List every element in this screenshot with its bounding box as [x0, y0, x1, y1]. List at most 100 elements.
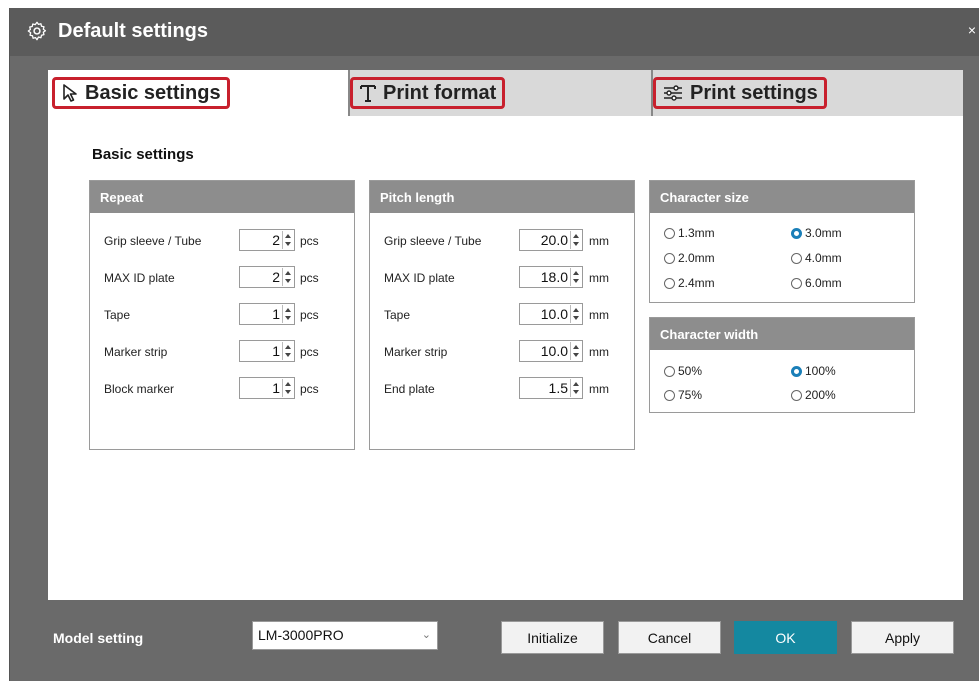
- character-size-header: Character size: [650, 181, 914, 213]
- radio-label: 50%: [678, 364, 703, 378]
- character-size-group: Character size 1.3mm 3.0mm 2.0mm 4.0mm 2…: [649, 180, 915, 303]
- tab-print-settings-label: Print settings: [690, 81, 818, 104]
- cursor-arrow-icon: [63, 84, 77, 102]
- radio-char-size-2-4mm[interactable]: 2.4mm: [664, 276, 715, 290]
- repeat-label: MAX ID plate: [104, 271, 175, 285]
- repeat-marker-strip-spinner[interactable]: 1: [239, 340, 295, 362]
- model-select[interactable]: LM-3000PRO ⌄: [252, 621, 438, 650]
- spinner-arrows-icon[interactable]: [570, 342, 581, 360]
- repeat-label: Marker strip: [104, 345, 168, 359]
- unit-label: pcs: [300, 271, 319, 285]
- radio-button-icon: [664, 389, 675, 401]
- radio-char-width-50[interactable]: 50%: [664, 364, 702, 378]
- spinner-arrows-icon[interactable]: [570, 379, 581, 397]
- repeat-row-marker-strip: Marker strip 1 pcs: [90, 340, 354, 364]
- model-setting-label: Model setting: [53, 630, 144, 646]
- unit-label: pcs: [300, 382, 319, 396]
- radio-label: 2.0mm: [678, 251, 715, 265]
- pitch-label: MAX ID plate: [384, 271, 455, 285]
- tab-basic-settings[interactable]: Basic settings: [48, 70, 350, 116]
- radio-char-width-75[interactable]: 75%: [664, 388, 702, 402]
- initialize-button[interactable]: Initialize: [501, 621, 604, 654]
- radio-char-width-200[interactable]: 200%: [791, 388, 836, 402]
- pitch-max-id-plate-spinner[interactable]: 18.0: [519, 266, 583, 288]
- repeat-label: Grip sleeve / Tube: [104, 234, 202, 248]
- radio-char-size-3-0mm[interactable]: 3.0mm: [791, 226, 842, 240]
- pitch-end-plate-spinner[interactable]: 1.5: [519, 377, 583, 399]
- radio-label: 4.0mm: [805, 251, 842, 265]
- cancel-button[interactable]: Cancel: [618, 621, 721, 654]
- spinner-value: 1: [272, 306, 280, 322]
- repeat-label: Tape: [104, 308, 131, 322]
- pitch-label: End plate: [384, 382, 435, 396]
- radio-char-size-2-0mm[interactable]: 2.0mm: [664, 251, 715, 265]
- repeat-max-id-plate-spinner[interactable]: 2: [239, 266, 295, 288]
- chevron-down-icon: ⌄: [421, 629, 431, 641]
- spinner-arrows-icon[interactable]: [282, 231, 293, 249]
- radio-button-icon: [664, 365, 675, 377]
- radio-char-size-4-0mm[interactable]: 4.0mm: [791, 251, 842, 265]
- pitch-label: Tape: [384, 308, 411, 322]
- radio-label: 6.0mm: [805, 276, 842, 290]
- pitch-label: Marker strip: [384, 345, 448, 359]
- pitch-grip-sleeve-spinner[interactable]: 20.0: [519, 229, 583, 251]
- repeat-header: Repeat: [90, 181, 354, 213]
- pitch-marker-strip-spinner[interactable]: 10.0: [519, 340, 583, 362]
- spinner-arrows-icon[interactable]: [282, 342, 293, 360]
- unit-label: mm: [589, 382, 609, 396]
- title-bar: Default settings ×: [10, 8, 979, 56]
- tab-print-settings-label-box: Print settings: [653, 77, 827, 109]
- unit-label: mm: [589, 234, 609, 248]
- pitch-row-grip-sleeve: Grip sleeve / Tube 20.0 mm: [370, 229, 634, 253]
- unit-label: mm: [589, 308, 609, 322]
- tab-basic-settings-label: Basic settings: [85, 81, 221, 104]
- model-select-value: LM-3000PRO: [258, 627, 344, 643]
- repeat-grip-sleeve-spinner[interactable]: 2: [239, 229, 295, 251]
- spinner-value: 2: [272, 232, 280, 248]
- spinner-value: 1: [272, 343, 280, 359]
- pitch-row-end-plate: End plate 1.5 mm: [370, 377, 634, 401]
- tab-print-format[interactable]: Print format: [350, 70, 653, 116]
- spinner-arrows-icon[interactable]: [282, 379, 293, 397]
- spinner-arrows-icon[interactable]: [570, 231, 581, 249]
- radio-label: 200%: [805, 388, 836, 402]
- repeat-tape-spinner[interactable]: 1: [239, 303, 295, 325]
- radio-char-size-6-0mm[interactable]: 6.0mm: [791, 276, 842, 290]
- radio-label: 2.4mm: [678, 276, 715, 290]
- basic-settings-panel: Basic settings Repeat Grip sleeve / Tube…: [48, 116, 963, 600]
- repeat-label: Block marker: [104, 382, 175, 396]
- tab-print-settings[interactable]: Print settings: [653, 70, 963, 116]
- spinner-value: 1: [272, 380, 280, 396]
- spinner-value: 2: [272, 269, 280, 285]
- repeat-row-block-marker: Block marker 1 pcs: [90, 377, 354, 401]
- close-icon[interactable]: ×: [968, 22, 976, 38]
- repeat-group: Repeat Grip sleeve / Tube 2 pcs MAX ID p…: [89, 180, 355, 450]
- radio-char-width-100[interactable]: 100%: [791, 364, 836, 378]
- pitch-row-tape: Tape 10.0 mm: [370, 303, 634, 327]
- spinner-arrows-icon[interactable]: [570, 305, 581, 323]
- repeat-row-tape: Tape 1 pcs: [90, 303, 354, 327]
- ok-button[interactable]: OK: [734, 621, 837, 654]
- pitch-tape-spinner[interactable]: 10.0: [519, 303, 583, 325]
- apply-button[interactable]: Apply: [851, 621, 954, 654]
- radio-char-size-1-3mm[interactable]: 1.3mm: [664, 226, 715, 240]
- repeat-block-marker-spinner[interactable]: 1: [239, 377, 295, 399]
- spinner-value: 10.0: [540, 306, 568, 322]
- text-t-icon: [360, 85, 376, 102]
- radio-button-icon: [664, 227, 675, 239]
- radio-button-icon: [791, 252, 802, 264]
- pitch-length-group: Pitch length Grip sleeve / Tube 20.0 mm …: [369, 180, 635, 450]
- unit-label: pcs: [300, 345, 319, 359]
- pitch-row-marker-strip: Marker strip 10.0 mm: [370, 340, 634, 364]
- repeat-row-max-id-plate: MAX ID plate 2 pcs: [90, 266, 354, 290]
- spinner-value: 18.0: [540, 269, 568, 285]
- dialog-window: Default settings × Basic settings Print …: [9, 8, 979, 681]
- radio-label: 75%: [678, 388, 703, 402]
- pitch-length-header: Pitch length: [370, 181, 634, 213]
- radio-button-icon: [791, 389, 802, 401]
- spinner-arrows-icon[interactable]: [282, 268, 293, 286]
- unit-label: mm: [589, 271, 609, 285]
- spinner-arrows-icon[interactable]: [570, 268, 581, 286]
- repeat-row-grip-sleeve: Grip sleeve / Tube 2 pcs: [90, 229, 354, 253]
- spinner-arrows-icon[interactable]: [282, 305, 293, 323]
